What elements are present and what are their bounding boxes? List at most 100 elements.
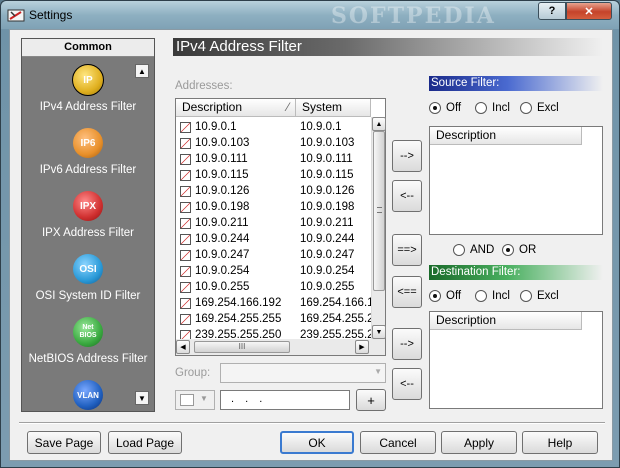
sidebar-item-vlan[interactable]: VLAN bbox=[22, 378, 154, 412]
radio-label: Off bbox=[446, 290, 462, 302]
address-checkbox[interactable] bbox=[180, 122, 191, 133]
row-system: 169.254.166.192 bbox=[300, 297, 372, 309]
source-excl-radio[interactable]: Excl bbox=[520, 102, 559, 114]
load-page-button[interactable]: Load Page bbox=[108, 431, 182, 454]
row-system: 10.9.0.244 bbox=[300, 233, 355, 245]
radio-label: Excl bbox=[537, 290, 559, 302]
ip-address-input[interactable]: . . . bbox=[220, 390, 350, 410]
ipv6-icon: IP6 bbox=[73, 128, 103, 158]
table-row[interactable]: 10.9.0.115 10.9.0.115 bbox=[178, 167, 373, 183]
sidebar-item-netbios[interactable]: Net BIOS NetBIOS Address Filter bbox=[22, 315, 154, 377]
source-filter-list[interactable]: Description bbox=[429, 126, 603, 235]
close-button[interactable]: ✕ bbox=[566, 2, 612, 20]
hscroll-thumb[interactable]: III bbox=[194, 341, 290, 353]
table-row[interactable]: 10.9.0.126 10.9.0.126 bbox=[178, 183, 373, 199]
destination-excl-radio[interactable]: Excl bbox=[520, 290, 559, 302]
sidebar-item-ipv6[interactable]: IP6 IPv6 Address Filter bbox=[22, 126, 154, 188]
add-address-button[interactable]: + bbox=[356, 389, 386, 411]
column-header-description[interactable]: Description ⁄ bbox=[176, 99, 296, 117]
destination-column-description[interactable]: Description bbox=[430, 312, 582, 330]
address-list-hscroll[interactable]: ◀ III ▶ bbox=[176, 339, 371, 355]
table-row[interactable]: 10.9.0.111 10.9.0.111 bbox=[178, 151, 373, 167]
table-row[interactable]: 10.9.0.254 10.9.0.254 bbox=[178, 263, 373, 279]
source-off-radio[interactable]: Off bbox=[429, 102, 461, 114]
source-incl-radio[interactable]: Incl bbox=[475, 102, 510, 114]
sidebar-item-ipx[interactable]: IPX IPX Address Filter bbox=[22, 189, 154, 251]
remove-source-button[interactable]: <-- bbox=[392, 180, 422, 212]
address-checkbox[interactable] bbox=[180, 282, 191, 293]
destination-incl-radio[interactable]: Incl bbox=[475, 290, 510, 302]
table-row[interactable]: 10.9.0.103 10.9.0.103 bbox=[178, 135, 373, 151]
add-destination-button[interactable]: --> bbox=[392, 328, 422, 360]
table-row[interactable]: 10.9.0.1 10.9.0.1 bbox=[178, 119, 373, 135]
row-description: 10.9.0.1 bbox=[195, 121, 237, 133]
table-row[interactable]: 10.9.0.247 10.9.0.247 bbox=[178, 247, 373, 263]
sidebar-item-osi[interactable]: OSI OSI System ID Filter bbox=[22, 252, 154, 314]
address-checkbox[interactable] bbox=[180, 202, 191, 213]
address-checkbox[interactable] bbox=[180, 186, 191, 197]
address-checkbox[interactable] bbox=[180, 170, 191, 181]
address-checkbox[interactable] bbox=[180, 234, 191, 245]
sidebar-header[interactable]: Common bbox=[22, 39, 154, 57]
group-select[interactable]: ▼ bbox=[220, 363, 386, 383]
cancel-button[interactable]: Cancel bbox=[360, 431, 436, 454]
address-checkbox[interactable] bbox=[180, 314, 191, 325]
table-row[interactable]: 169.254.255.255 169.254.255.255 bbox=[178, 311, 373, 327]
sidebar-item-ipv4[interactable]: IP IPv4 Address Filter bbox=[22, 63, 154, 125]
color-swatch bbox=[180, 394, 194, 406]
table-row[interactable]: 10.9.0.255 10.9.0.255 bbox=[178, 279, 373, 295]
vlan-icon: VLAN bbox=[73, 380, 103, 410]
sidebar-item-label: IPv6 Address Filter bbox=[39, 164, 137, 176]
row-description: 10.9.0.111 bbox=[195, 153, 248, 165]
title-bar[interactable]: Settings SOFTPEDIA ? ✕ bbox=[1, 1, 619, 29]
destination-filter-list[interactable]: Description bbox=[429, 311, 603, 409]
address-checkbox[interactable] bbox=[180, 138, 191, 149]
address-checkbox[interactable] bbox=[180, 218, 191, 229]
chevron-down-icon: ▼ bbox=[374, 367, 382, 376]
add-both-button[interactable]: ==> bbox=[392, 234, 422, 266]
radio-dot bbox=[475, 290, 487, 302]
address-checkbox[interactable] bbox=[180, 250, 191, 261]
row-system: 10.9.0.247 bbox=[300, 249, 355, 261]
address-list[interactable]: Description ⁄ System 10.9.0.1 10.9.0.1 10.… bbox=[175, 98, 386, 356]
logic-or-radio[interactable]: OR bbox=[502, 244, 536, 256]
remove-both-button[interactable]: <== bbox=[392, 276, 422, 308]
radio-label: AND bbox=[470, 244, 495, 256]
address-checkbox[interactable] bbox=[180, 266, 191, 277]
radio-dot bbox=[502, 244, 514, 256]
scroll-down-button[interactable]: ▼ bbox=[372, 325, 386, 339]
radio-label: Incl bbox=[492, 102, 510, 114]
help-title-button[interactable]: ? bbox=[538, 2, 566, 20]
sidebar-item-label: NetBIOS Address Filter bbox=[28, 353, 148, 365]
apply-button[interactable]: Apply bbox=[441, 431, 517, 454]
table-row[interactable]: 169.254.166.192 169.254.166.192 bbox=[178, 295, 373, 311]
sort-indicator-icon: ⁄ bbox=[286, 100, 289, 114]
sidebar-item-label: OSI System ID Filter bbox=[35, 290, 141, 302]
sidebar-item-label: IPv4 Address Filter bbox=[39, 101, 137, 113]
destination-off-radio[interactable]: Off bbox=[429, 290, 461, 302]
column-header-system[interactable]: System bbox=[296, 99, 371, 117]
row-system: 10.9.0.111 bbox=[300, 153, 353, 165]
source-column-description[interactable]: Description bbox=[430, 127, 582, 145]
add-source-button[interactable]: --> bbox=[392, 140, 422, 172]
scroll-right-button[interactable]: ▶ bbox=[355, 340, 369, 354]
table-row[interactable]: 10.9.0.244 10.9.0.244 bbox=[178, 231, 373, 247]
row-system: 10.9.0.211 bbox=[300, 217, 354, 229]
remove-destination-button[interactable]: <-- bbox=[392, 368, 422, 400]
scroll-up-button[interactable]: ▲ bbox=[372, 117, 386, 131]
row-description: 10.9.0.103 bbox=[195, 137, 250, 149]
radio-label: Excl bbox=[537, 102, 559, 114]
ok-button[interactable]: OK bbox=[280, 431, 354, 454]
osi-icon: OSI bbox=[73, 254, 103, 284]
logic-and-radio[interactable]: AND bbox=[453, 244, 494, 256]
table-row[interactable]: 10.9.0.198 10.9.0.198 bbox=[178, 199, 373, 215]
table-row[interactable]: 10.9.0.211 10.9.0.211 bbox=[178, 215, 373, 231]
scroll-left-button[interactable]: ◀ bbox=[176, 340, 190, 354]
save-page-button[interactable]: Save Page bbox=[27, 431, 101, 454]
address-checkbox[interactable] bbox=[180, 154, 191, 165]
help-button[interactable]: Help bbox=[522, 431, 598, 454]
address-list-vscroll[interactable]: ▲ ▼ bbox=[371, 117, 386, 339]
address-checkbox[interactable] bbox=[180, 298, 191, 309]
color-picker[interactable]: ▼ bbox=[175, 390, 215, 410]
scroll-thumb[interactable] bbox=[373, 131, 385, 291]
